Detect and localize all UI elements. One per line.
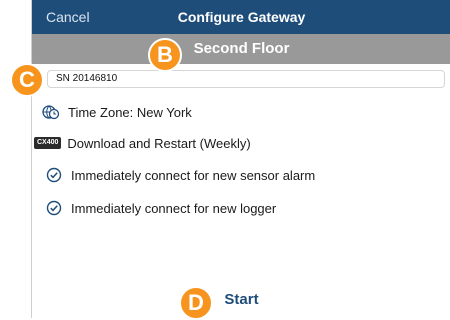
configure-gateway-panel: Cancel Configure Gateway Second Floor SN…	[31, 0, 450, 318]
callout-c-marker: C	[10, 63, 44, 97]
sensor-alarm-label: Immediately connect for new sensor alarm	[71, 167, 316, 183]
page-title: Configure Gateway	[177, 9, 306, 25]
time-zone-row[interactable]: Time Zone: New York	[42, 101, 192, 123]
download-restart-row[interactable]: CX400 Download and Restart (Weekly)	[34, 132, 251, 154]
time-zone-label: Time Zone: New York	[68, 104, 192, 120]
new-logger-label: Immediately connect for new logger	[71, 200, 277, 216]
sensor-alarm-row[interactable]: Immediately connect for new sensor alarm	[45, 164, 315, 186]
download-restart-label: Download and Restart (Weekly)	[67, 135, 251, 151]
screen: Cancel Configure Gateway Second Floor SN…	[0, 0, 450, 320]
globe-clock-icon	[42, 103, 60, 121]
callout-b-marker: B	[148, 38, 182, 72]
start-button[interactable]: Start	[32, 291, 450, 308]
cx400-badge: CX400	[34, 137, 62, 149]
location-header: Second Floor	[32, 34, 450, 64]
check-circle-icon[interactable]	[45, 166, 63, 184]
navigation-bar: Cancel Configure Gateway	[32, 0, 450, 34]
location-title: Second Floor	[193, 40, 290, 57]
new-logger-row[interactable]: Immediately connect for new logger	[45, 197, 276, 219]
callout-d-marker: D	[179, 286, 213, 320]
check-circle-icon[interactable]	[45, 199, 63, 217]
serial-number-field[interactable]: SN 20146810	[47, 70, 445, 88]
